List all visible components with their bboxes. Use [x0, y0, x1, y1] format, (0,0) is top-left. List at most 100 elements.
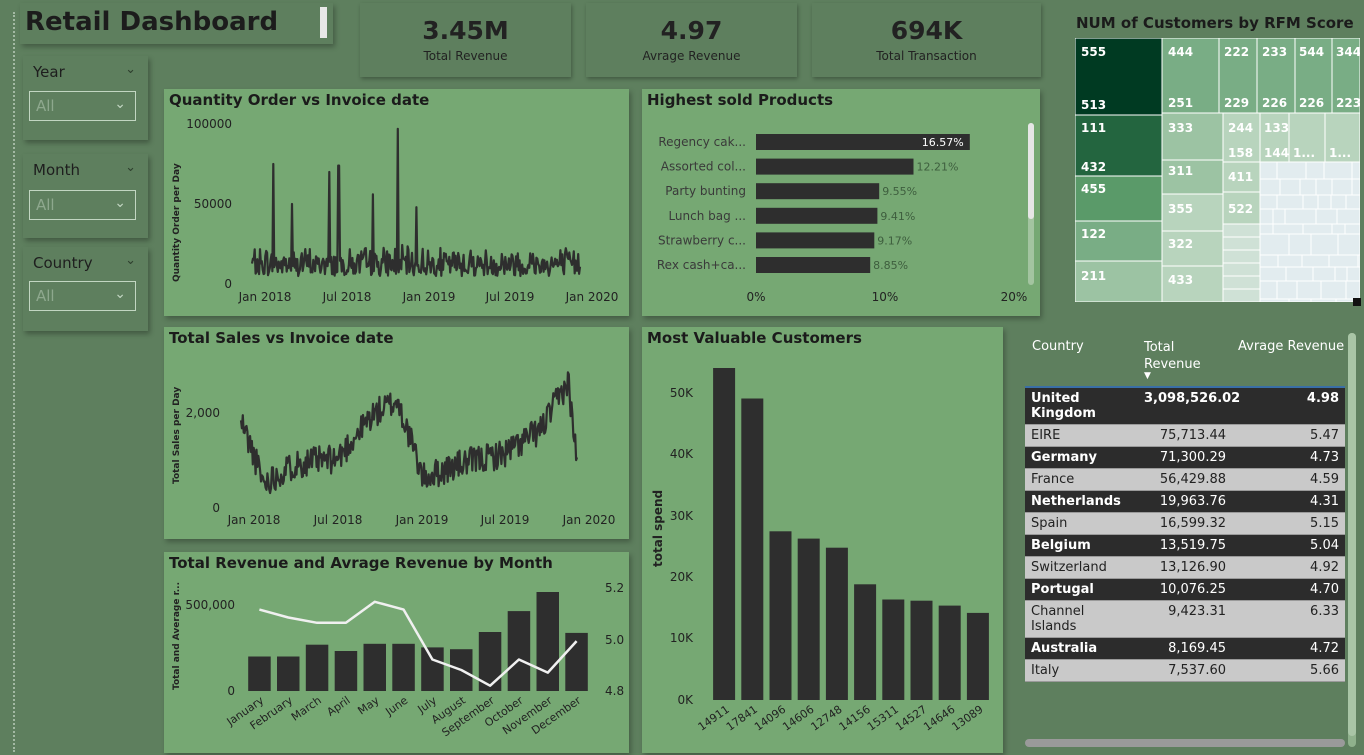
kpi-label: Avrage Revenue — [642, 49, 741, 63]
rfm-small-tile — [1259, 161, 1278, 180]
y-tick-label: 2,000 — [186, 406, 220, 420]
country-cell: Germany — [1025, 446, 1138, 469]
rfm-score-label: 226 — [1299, 96, 1324, 110]
chevron-up-icon[interactable]: ⌄ — [125, 160, 136, 175]
rfm-small-tile — [1331, 223, 1346, 235]
avg-revenue-cell: 5.15 — [1232, 512, 1345, 535]
rfm-small-tile — [1259, 280, 1278, 300]
rfm-small-tile — [1284, 208, 1317, 225]
total-sales-panel[interactable]: Total Sales vs Invoice date Total Sales … — [164, 327, 629, 539]
rfm-score-label: 111 — [1081, 121, 1106, 135]
chevron-up-icon[interactable]: ⌄ — [125, 62, 136, 77]
table-row[interactable]: Spain 16,599.32 5.15 — [1025, 512, 1345, 535]
highest-sold-products-panel[interactable]: Highest sold Products 0% 10% 20% Regency… — [642, 89, 1040, 316]
column-header-country[interactable]: Country — [1032, 339, 1084, 354]
chevron-up-icon[interactable]: ⌄ — [125, 253, 136, 268]
rfm-small-tile — [1259, 266, 1287, 282]
country-cell: Belgium — [1025, 534, 1138, 557]
rfm-score-label: 229 — [1224, 96, 1249, 110]
month-slicer[interactable]: Month ⌄ All ⌄ — [23, 154, 148, 238]
rfm-score-label: 355 — [1168, 202, 1193, 216]
column-header-total-revenue[interactable]: Total Revenue — [1144, 339, 1216, 373]
rfm-small-tile — [1285, 266, 1314, 282]
table-row[interactable]: France 56,429.88 4.59 — [1025, 468, 1345, 491]
customer-spend-bar — [713, 368, 736, 700]
chevron-down-icon[interactable]: ⌄ — [114, 195, 126, 211]
rfm-score-label: 322 — [1168, 237, 1193, 251]
rfm-score-label: 144 — [1264, 146, 1289, 160]
sort-descending-icon[interactable]: ▼ — [1144, 371, 1151, 381]
y-axis-label: Total and Average r... — [172, 582, 182, 690]
y-tick-label: 10K — [670, 631, 694, 645]
rfm-score-label: 344 — [1336, 45, 1360, 59]
avg-revenue-cell: 4.72 — [1232, 637, 1345, 660]
x-tick-label: Jul 2019 — [485, 290, 535, 304]
customer-spend-bar — [882, 599, 905, 700]
country-slicer[interactable]: Country ⌄ All ⌄ — [23, 247, 148, 331]
y-tick-label: 0K — [677, 693, 694, 707]
table-horizontal-scrollbar[interactable] — [1025, 739, 1345, 747]
rfm-small-tile — [1351, 161, 1360, 180]
rfm-score-label: 251 — [1168, 96, 1193, 110]
avg-revenue-cell: 5.66 — [1232, 659, 1345, 682]
quantity-order-chart[interactable]: Quantity Order per Day 100000 50000 0 Ja… — [164, 89, 629, 316]
y-tick-label: 100000 — [186, 117, 232, 131]
highest-sold-products-chart[interactable]: 0% 10% 20% Regency cak... 16.57% Assorted … — [642, 89, 1040, 316]
avg-revenue-cell: 4.92 — [1232, 556, 1345, 579]
rfm-small-tile — [1279, 178, 1301, 196]
y-tick-label-right: 5.2 — [605, 581, 624, 595]
column-header-avg-revenue[interactable]: Avrage Revenue — [1238, 339, 1344, 354]
rfm-treemap[interactable]: 555 513 111 432 455 122 211 444 251 222 229 233 226 5… — [1075, 38, 1360, 302]
x-tick-label: 14911 — [696, 703, 732, 734]
year-dropdown[interactable]: All ⌄ — [29, 91, 136, 121]
country-dropdown[interactable]: All ⌄ — [29, 281, 136, 311]
rfm-small-tile — [1288, 298, 1312, 302]
monthly-revenue-panel[interactable]: Total Revenue and Avrage Revenue by Mont… — [164, 552, 629, 753]
rfm-score-label: 333 — [1168, 121, 1193, 135]
total-revenue-cell: 13,126.90 — [1138, 556, 1232, 579]
kpi-total-revenue: 3.45M Total Revenue — [360, 3, 571, 77]
rfm-score-label: 1... — [1329, 146, 1351, 160]
table-row[interactable]: Switzerland 13,126.90 4.92 — [1025, 556, 1345, 579]
y-axis-label: Total Sales per Day — [172, 387, 182, 484]
quantity-order-panel[interactable]: Quantity Order vs Invoice date Quantity … — [164, 89, 629, 316]
chevron-down-icon[interactable]: ⌄ — [114, 96, 126, 112]
dropdown-value: All — [36, 196, 55, 214]
x-tick-label: June — [382, 694, 410, 719]
country-table-panel[interactable]: Country Total Revenue ▼ Avrage Revenue U… — [1019, 327, 1360, 753]
rfm-small-tile — [1351, 178, 1360, 196]
year-slicer[interactable]: Year ⌄ All ⌄ — [23, 56, 148, 140]
total-sales-chart[interactable]: Total Sales per Day 2,000 0 Jan 2018 Jul… — [164, 327, 629, 539]
scrollbar-thumb[interactable] — [1028, 123, 1034, 219]
table-row[interactable]: Australia 8,169.45 4.72 — [1025, 637, 1345, 660]
chevron-down-icon[interactable]: ⌄ — [114, 286, 126, 302]
table-row[interactable]: EIRE 75,713.44 5.47 — [1025, 424, 1345, 447]
product-bar — [756, 183, 880, 200]
country-cell: Australia — [1025, 637, 1138, 660]
month-dropdown[interactable]: All ⌄ — [29, 190, 136, 220]
total-revenue-cell: 19,963.76 — [1138, 490, 1232, 513]
table-row[interactable]: Belgium 13,519.75 5.04 — [1025, 534, 1345, 557]
most-valuable-customers-chart[interactable]: total spend 50K 40K 30K 20K 10K 0K 14911… — [642, 327, 1003, 753]
country-cell: Spain — [1025, 512, 1138, 535]
x-tick-label: April — [325, 694, 353, 719]
table-row[interactable]: United Kingdom 3,098,526.02 4.98 — [1025, 388, 1345, 425]
rfm-small-tile — [1345, 280, 1360, 300]
table-row[interactable]: Italy 7,537.60 5.66 — [1025, 659, 1345, 682]
rfm-small-tile — [1310, 298, 1337, 302]
avg-revenue-cell: 4.98 — [1232, 388, 1345, 425]
kpi-value: 3.45M — [422, 16, 509, 45]
x-tick-label: 14096 — [752, 703, 788, 734]
table-row[interactable]: Germany 71,300.29 4.73 — [1025, 446, 1345, 469]
rfm-panel[interactable]: NUM of Customers by RFM Score 555 513 111 4… — [1069, 7, 1361, 311]
table-row[interactable]: Portugal 10,076.25 4.70 — [1025, 578, 1345, 601]
scrollbar-thumb[interactable] — [1348, 333, 1356, 736]
x-tick-label: Jan 2018 — [227, 513, 281, 527]
rfm-score-label: 233 — [1262, 45, 1287, 59]
most-valuable-customers-panel[interactable]: Most Valuable Customers total spend 50K … — [642, 327, 1003, 753]
monthly-revenue-chart[interactable]: Total and Average r... 500,000 0 5.2 5.0… — [164, 552, 629, 753]
rfm-small-tile — [1276, 161, 1307, 180]
dropdown-value: All — [36, 97, 55, 115]
table-row[interactable]: Channel Islands 9,423.31 6.33 — [1025, 600, 1345, 638]
table-row[interactable]: Netherlands 19,963.76 4.31 — [1025, 490, 1345, 513]
